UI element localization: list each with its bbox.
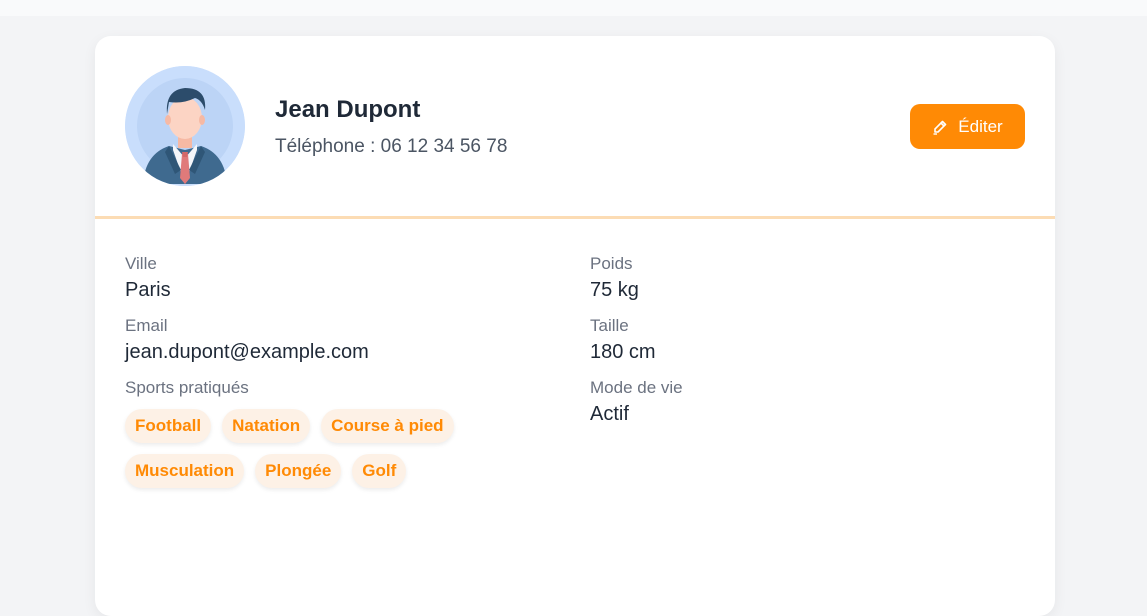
- profile-card: Jean Dupont Téléphone : 06 12 34 56 78 É…: [95, 36, 1055, 616]
- height-field: Taille 180 cm: [590, 315, 1020, 367]
- weight-field: Poids 75 kg: [590, 253, 1020, 305]
- city-value: Paris: [125, 279, 171, 301]
- city-field: Ville Paris: [125, 253, 565, 305]
- details-left-column: Ville Paris Email jean.dupont@example.co…: [125, 253, 565, 498]
- weight-value: 75 kg: [590, 279, 639, 301]
- lifestyle-label: Mode de vie: [590, 378, 683, 397]
- sport-tag-plongee: Plongée: [255, 454, 342, 488]
- top-bar: [0, 0, 1147, 16]
- edit-button-label: Éditer: [958, 116, 1003, 136]
- height-label: Taille: [590, 316, 629, 335]
- sports-label: Sports pratiqués: [125, 378, 249, 397]
- height-value: 180 cm: [590, 341, 656, 363]
- profile-header: Jean Dupont Téléphone : 06 12 34 56 78 É…: [95, 36, 1055, 219]
- sports-tags: Football Natation Course à pied Musculat…: [125, 409, 465, 488]
- sport-tag-course: Course à pied: [321, 409, 454, 443]
- city-label: Ville: [125, 254, 157, 273]
- sports-field: Sports pratiqués Football Natation Cours…: [125, 377, 565, 488]
- pencil-icon: [932, 119, 948, 135]
- profile-phone: Téléphone : 06 12 34 56 78: [275, 136, 508, 157]
- email-label: Email: [125, 316, 168, 335]
- details-right-column: Poids 75 kg Taille 180 cm Mode de vie Ac…: [590, 253, 1020, 439]
- sport-tag-musculation: Musculation: [125, 454, 245, 488]
- edit-button[interactable]: Éditer: [910, 104, 1025, 149]
- sport-tag-football: Football: [125, 409, 212, 443]
- lifestyle-value: Actif: [590, 403, 629, 425]
- avatar: [125, 66, 245, 186]
- weight-label: Poids: [590, 254, 633, 273]
- profile-name: Jean Dupont: [275, 96, 421, 123]
- email-field: Email jean.dupont@example.com: [125, 315, 565, 367]
- lifestyle-field: Mode de vie Actif: [590, 377, 1020, 429]
- sport-tag-natation: Natation: [222, 409, 311, 443]
- sport-tag-golf: Golf: [352, 454, 407, 488]
- email-value: jean.dupont@example.com: [125, 341, 369, 363]
